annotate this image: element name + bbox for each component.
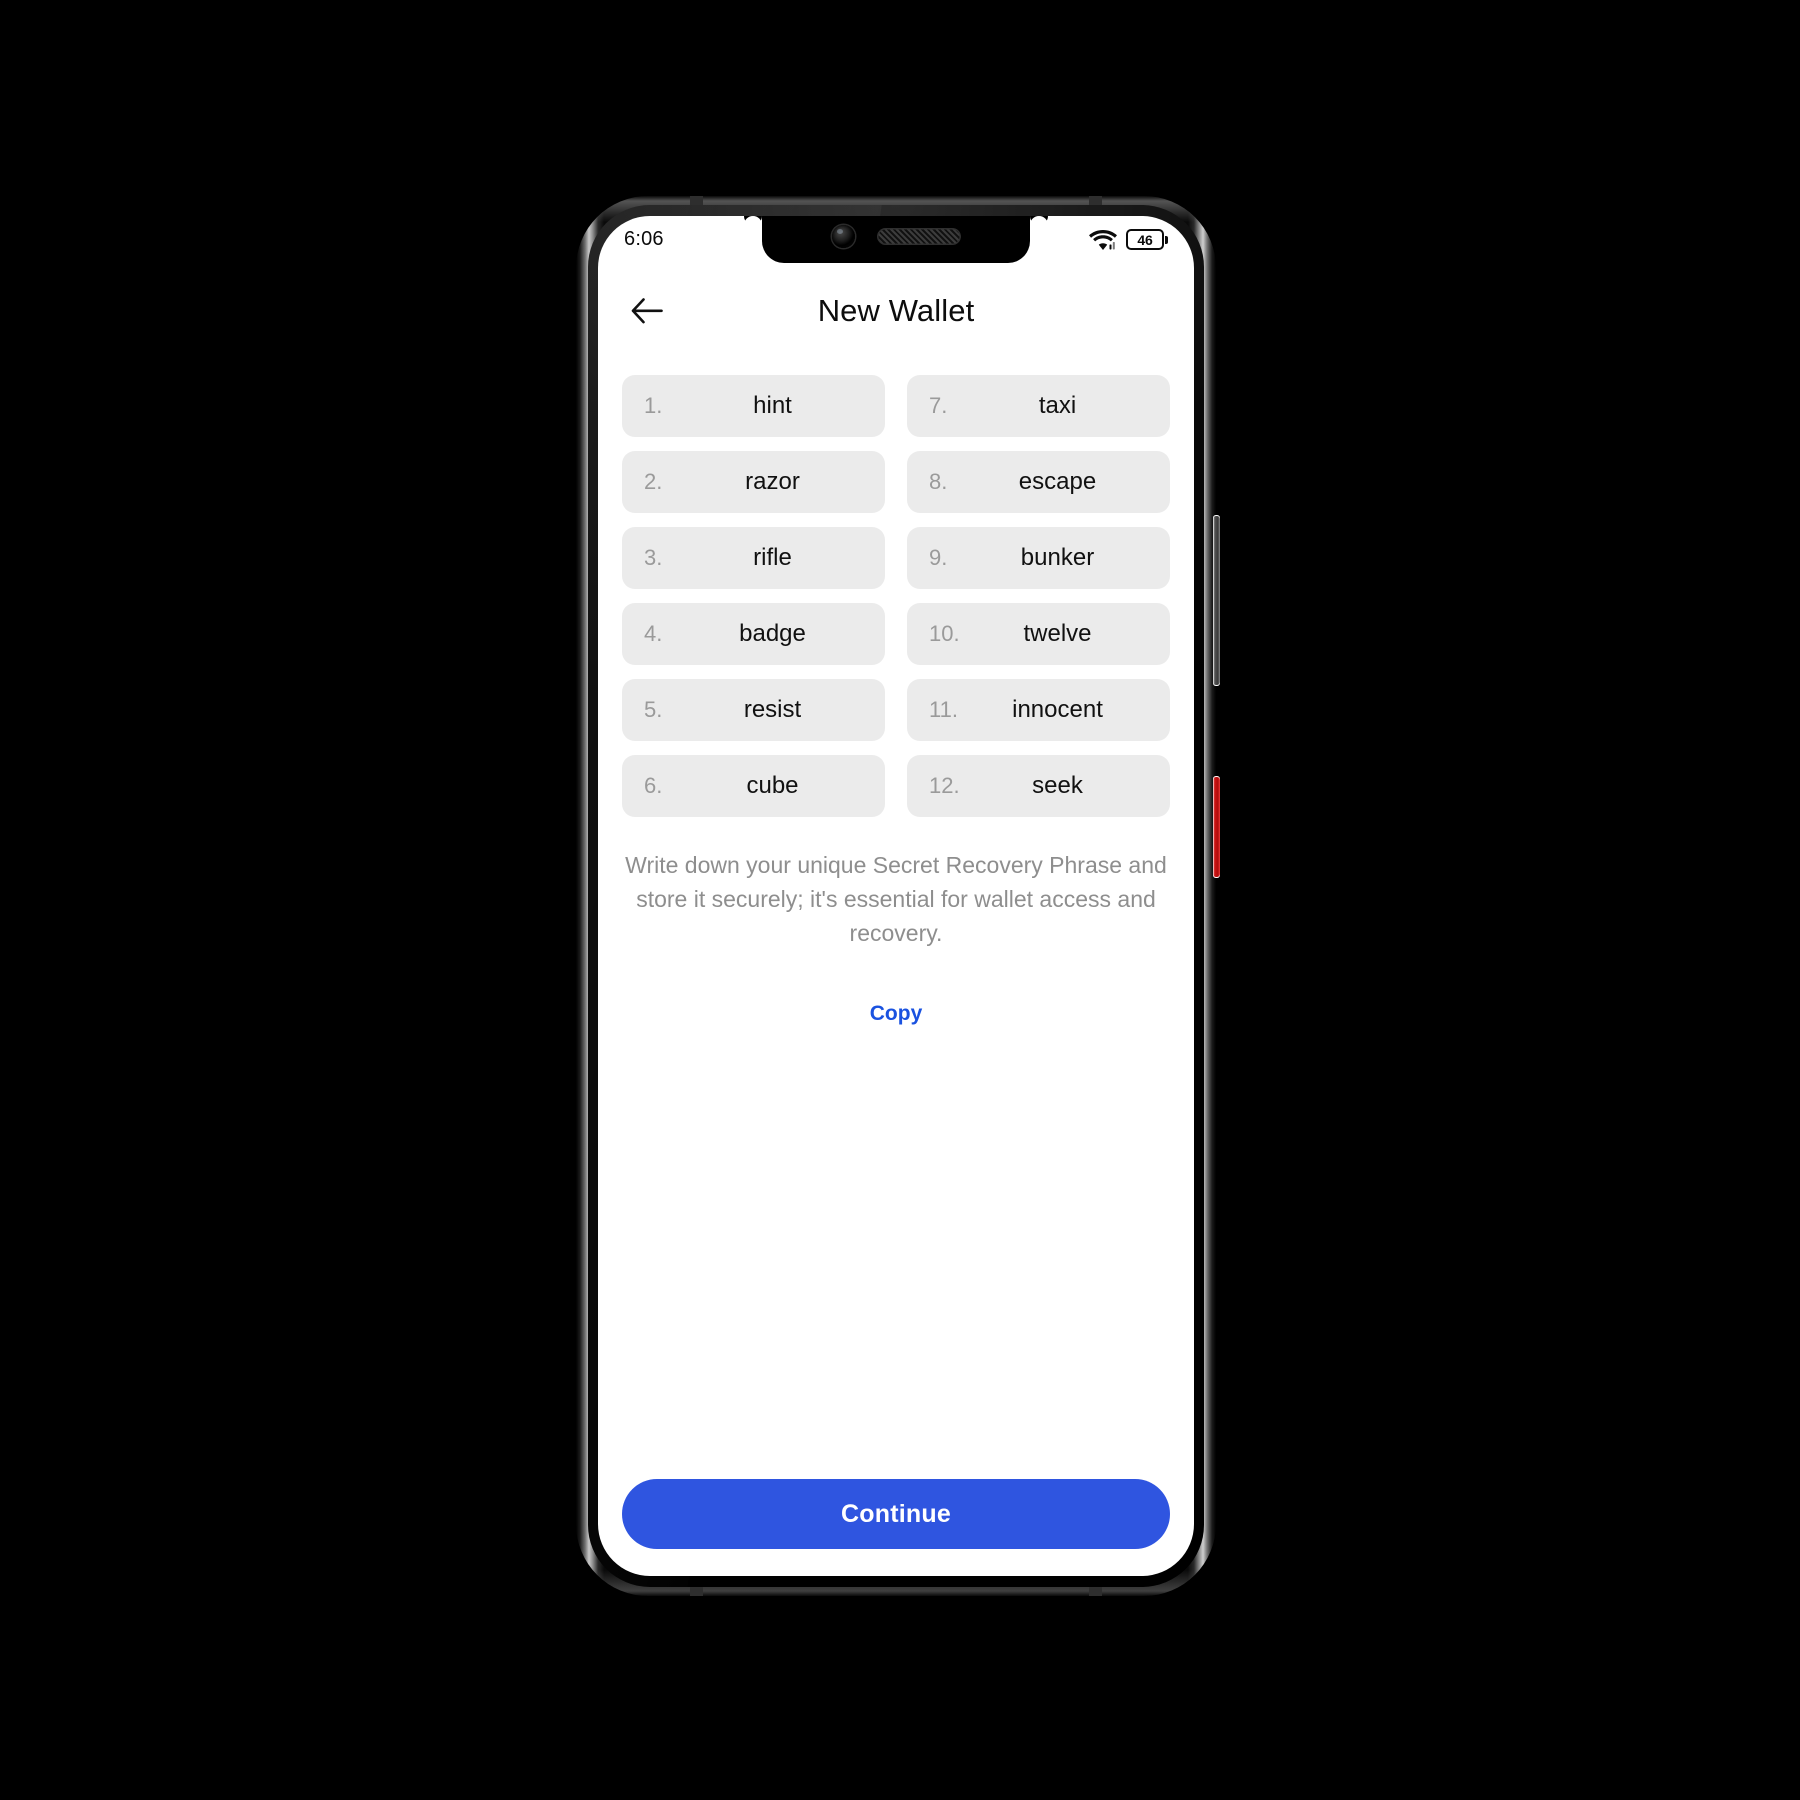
battery-level-text: 46 (1126, 229, 1164, 250)
power-button[interactable] (1213, 776, 1220, 878)
recovery-word-pill: 5. resist (622, 679, 885, 741)
recovery-word-index: 10. (929, 621, 960, 646)
recovery-word-pill: 11. innocent (907, 679, 1170, 741)
recovery-word-index: 11. (929, 697, 958, 722)
page-title: New Wallet (817, 293, 975, 328)
recovery-word-text: hint (753, 392, 792, 419)
recovery-word-text: badge (739, 620, 806, 647)
battery-indicator: 46 (1126, 229, 1168, 250)
recovery-word-pill: 12. seek (907, 755, 1170, 817)
recovery-word-pill: 10. twelve (907, 603, 1170, 665)
recovery-word-index: 1. (644, 393, 663, 418)
recovery-word-index: 5. (644, 697, 663, 722)
recovery-word-pill: 6. cube (622, 755, 885, 817)
antenna-band-bottom-right (1089, 1587, 1102, 1596)
phone-device: 6:06 46 New Wallet 1. hint 7. taxi 2. ra… (576, 196, 1220, 1596)
recovery-word-index: 12. (929, 773, 960, 798)
battery-cap-icon (1165, 235, 1168, 244)
recovery-word-index: 7. (929, 393, 948, 418)
recovery-word-text: escape (1018, 468, 1097, 495)
recovery-word-pill: 9. bunker (907, 527, 1170, 589)
copy-button[interactable]: Copy (622, 1002, 1170, 1026)
recovery-word-pill: 1. hint (622, 375, 885, 437)
arrow-left-icon (631, 298, 663, 324)
recovery-word-pill: 8. escape (907, 451, 1170, 513)
recovery-word-index: 2. (644, 469, 663, 494)
status-time: 6:06 (624, 228, 664, 250)
recovery-word-text: seek (1032, 772, 1083, 799)
antenna-band-top-right (1089, 196, 1102, 205)
recovery-word-text: bunker (1020, 544, 1095, 571)
display-notch (762, 216, 1030, 263)
recovery-word-text: razor (745, 468, 800, 495)
recovery-word-index: 8. (929, 469, 948, 494)
app-header: New Wallet (598, 263, 1194, 359)
wifi-icon (1089, 229, 1117, 250)
app-body: 1. hint 7. taxi 2. razor 8. escape 3. rifle 9. bunk… (598, 359, 1194, 1576)
back-button[interactable] (624, 288, 670, 334)
status-indicators: 46 (1089, 229, 1168, 251)
recovery-word-text: twelve (1023, 620, 1092, 647)
continue-button[interactable]: Continue (622, 1479, 1170, 1549)
recovery-word-text: innocent (1012, 696, 1103, 723)
earpiece-speaker-icon (876, 227, 961, 245)
front-camera-icon (831, 225, 855, 248)
recovery-word-index: 4. (644, 621, 663, 646)
layout-spacer (622, 1026, 1170, 1479)
antenna-band-top-left (690, 196, 703, 205)
recovery-word-pill: 7. taxi (907, 375, 1170, 437)
recovery-word-text: taxi (1038, 392, 1077, 419)
recovery-word-text: rifle (753, 544, 792, 571)
recovery-word-index: 3. (644, 545, 663, 570)
recovery-word-text: cube (746, 772, 799, 799)
recovery-phrase-hint: Write down your unique Secret Recovery P… (625, 852, 1167, 946)
page-root: 6:06 46 New Wallet 1. hint 7. taxi 2. ra… (0, 0, 1800, 1800)
recovery-word-pill: 2. razor (622, 451, 885, 513)
recovery-word-index: 9. (929, 545, 948, 570)
antenna-band-bottom-left (690, 1587, 703, 1596)
recovery-word-index: 6. (644, 773, 663, 798)
volume-rocker-button[interactable] (1213, 515, 1220, 686)
recovery-word-text: resist (743, 696, 802, 723)
phone-screen: 6:06 46 New Wallet 1. hint 7. taxi 2. ra… (598, 216, 1194, 1576)
recovery-phrase-grid: 1. hint 7. taxi 2. razor 8. escape 3. rifle 9. bunk… (622, 375, 1170, 817)
recovery-word-pill: 4. badge (622, 603, 885, 665)
recovery-word-pill: 3. rifle (622, 527, 885, 589)
